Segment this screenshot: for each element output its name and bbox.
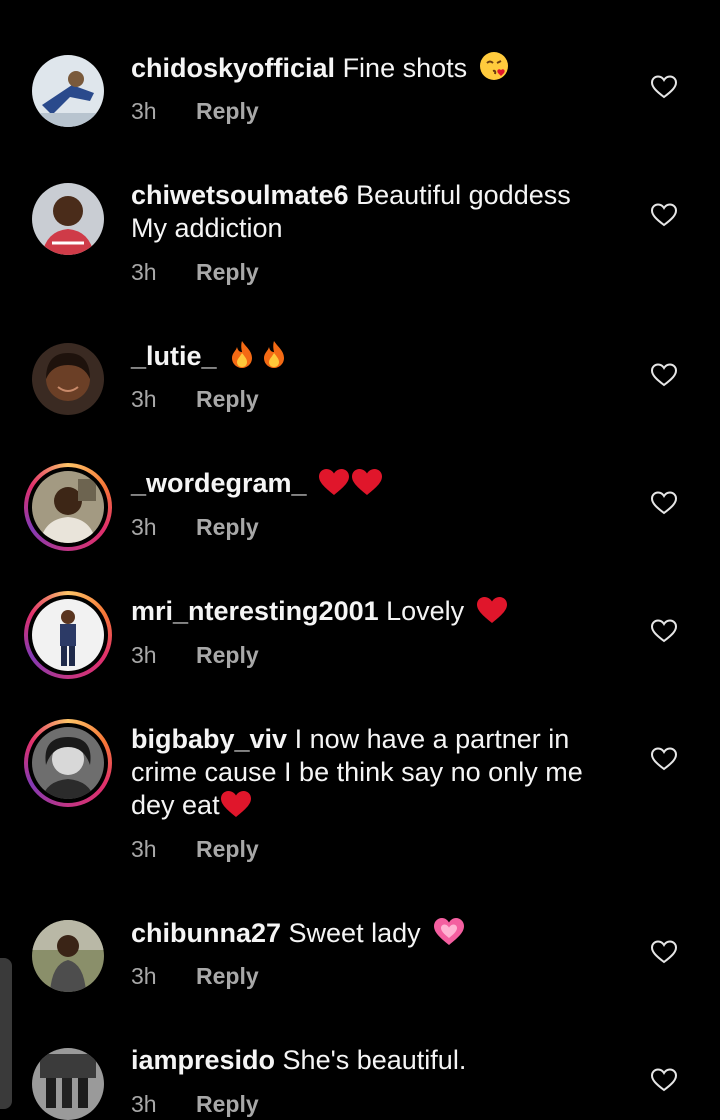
like-heart-icon[interactable] <box>651 747 677 771</box>
avatar[interactable] <box>32 183 104 255</box>
reply-button[interactable]: Reply <box>196 514 259 540</box>
kiss-emoji-icon <box>479 51 509 81</box>
comment-time: 3h <box>131 1091 157 1117</box>
avatar-story-ring[interactable] <box>24 719 112 807</box>
avatar-image <box>32 727 104 799</box>
like-heart-icon[interactable] <box>651 75 677 99</box>
comment-time: 3h <box>131 642 157 668</box>
reply-button[interactable]: Reply <box>196 98 259 124</box>
comment-text: She's beautiful. <box>275 1045 467 1075</box>
reply-button[interactable]: Reply <box>196 1091 259 1117</box>
comment-username[interactable]: iampresido <box>131 1045 275 1075</box>
fire-emoji-icon <box>228 339 256 369</box>
fire-emoji-icon <box>260 339 288 369</box>
comment-text <box>217 341 225 371</box>
comment-text <box>307 468 315 498</box>
comment-username[interactable]: chibunna27 <box>131 918 281 948</box>
comment-time: 3h <box>131 386 157 412</box>
comment-time: 3h <box>131 836 157 862</box>
comment-username[interactable]: mri_nteresting2001 <box>131 596 379 626</box>
comment-text: Fine shots <box>335 53 475 83</box>
avatar-story-ring[interactable] <box>24 591 112 679</box>
reply-button[interactable]: Reply <box>196 386 259 412</box>
comment-username[interactable]: _wordegram_ <box>131 468 307 498</box>
avatar-image <box>32 55 104 127</box>
avatar[interactable] <box>32 343 104 415</box>
like-heart-icon[interactable] <box>651 491 677 515</box>
avatar-image <box>32 599 104 671</box>
comment-username[interactable]: chiwetsoulmate6 <box>131 180 349 210</box>
growing-heart-emoji-icon <box>432 916 466 946</box>
avatar-image <box>32 183 104 255</box>
avatar[interactable] <box>32 1048 104 1120</box>
comment-time: 3h <box>131 259 157 285</box>
comment-username[interactable]: chidoskyofficial <box>131 53 335 83</box>
comment-time: 3h <box>131 98 157 124</box>
comment-text: Sweet lady <box>281 918 429 948</box>
comment-time: 3h <box>131 514 157 540</box>
edge-panel-handle[interactable] <box>0 958 12 1109</box>
comment-text: Lovely <box>378 596 472 626</box>
reply-button[interactable]: Reply <box>196 963 259 989</box>
comment-time: 3h <box>131 963 157 989</box>
like-heart-icon[interactable] <box>651 940 677 964</box>
avatar[interactable] <box>32 55 104 127</box>
comment-username[interactable]: _lutie_ <box>131 341 217 371</box>
avatar-image <box>32 1048 104 1120</box>
avatar-image <box>32 343 104 415</box>
avatar[interactable] <box>32 920 104 992</box>
red-heart-emoji-icon <box>476 596 508 624</box>
red-heart-emoji-icon <box>318 468 350 496</box>
like-heart-icon[interactable] <box>651 203 677 227</box>
avatar-image <box>32 920 104 992</box>
like-heart-icon[interactable] <box>651 363 677 387</box>
reply-button[interactable]: Reply <box>196 836 259 862</box>
reply-button[interactable]: Reply <box>196 642 259 668</box>
comment-username[interactable]: bigbaby_viv <box>131 724 287 754</box>
avatar-story-ring[interactable] <box>24 463 112 551</box>
red-heart-emoji-icon <box>220 790 252 818</box>
avatar-image <box>32 471 104 543</box>
like-heart-icon[interactable] <box>651 1068 677 1092</box>
like-heart-icon[interactable] <box>651 619 677 643</box>
reply-button[interactable]: Reply <box>196 259 259 285</box>
red-heart-emoji-icon <box>351 468 383 496</box>
